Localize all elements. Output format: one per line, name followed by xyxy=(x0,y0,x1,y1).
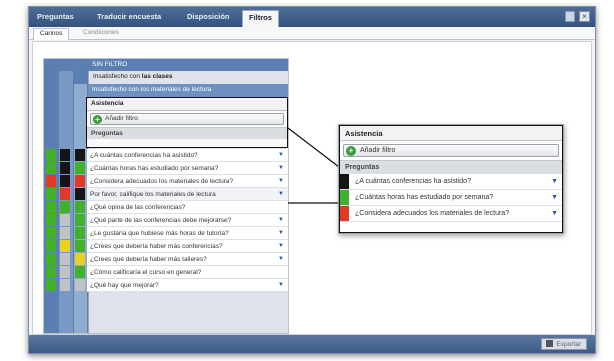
filter-state-swatch[interactable] xyxy=(46,149,56,161)
chevron-down-icon[interactable]: ▼ xyxy=(278,152,284,158)
filter-state-swatch[interactable] xyxy=(46,162,56,174)
filter-state-swatch[interactable] xyxy=(60,227,70,239)
question-row[interactable]: ¿Crees que debería haber más conferencia… xyxy=(87,240,288,253)
filter-state-swatch[interactable] xyxy=(46,240,56,252)
add-filter-label: Añadir filtro xyxy=(105,115,138,122)
callout-questions-header: Preguntas xyxy=(339,160,563,174)
question-row[interactable]: ¿Cómo calificaría el curso en general? xyxy=(87,266,288,279)
chevron-down-icon[interactable]: ▼ xyxy=(278,217,284,223)
question-row[interactable]: ¿Considera adecuados los materiales de l… xyxy=(87,175,288,188)
filter-state-swatch[interactable] xyxy=(75,227,85,239)
filter-state-swatch[interactable] xyxy=(75,266,85,278)
question-row[interactable]: ¿Le gustaría que hubiese más horas de tu… xyxy=(87,227,288,240)
filter-state-swatch[interactable] xyxy=(75,188,85,200)
group-header: Asistencia xyxy=(87,98,287,111)
menu-bar: Preguntas Traducir encuesta Disposición … xyxy=(29,7,595,27)
filter-state-swatch xyxy=(339,174,349,189)
filters-content: SIN FILTRO Insatisfecho con las clases I… xyxy=(32,41,592,335)
level1-bold: las clases xyxy=(141,73,173,80)
filter-group-asistencia: Asistencia + Añadir filtro Preguntas xyxy=(86,97,288,148)
filter-state-swatch[interactable] xyxy=(60,266,70,278)
save-disk-icon xyxy=(546,340,554,347)
question-row[interactable]: ¿Qué parte de las conferencias debe mejo… xyxy=(87,214,288,227)
question-row[interactable]: Por favor, califique los materiales de l… xyxy=(87,188,288,201)
filter-state-swatch[interactable] xyxy=(46,253,56,265)
filter-state-swatch[interactable] xyxy=(60,201,70,213)
filter-state-swatch[interactable] xyxy=(60,175,70,187)
filter-state-swatch[interactable] xyxy=(75,253,85,265)
level2-label: Insatisfecho con los materiales de lectu… xyxy=(92,86,212,93)
callout-header: Asistencia xyxy=(339,125,563,141)
callout-add-filter-button[interactable]: + Añadir filtro xyxy=(343,144,559,157)
chevron-down-icon[interactable]: ▼ xyxy=(551,210,558,217)
filter-state-swatch[interactable] xyxy=(46,188,56,200)
filter-state-swatch[interactable] xyxy=(60,240,70,252)
callout-question-row[interactable]: ¿Cuántas horas has estudiado por semana?… xyxy=(339,190,563,206)
chevron-down-icon[interactable]: ▼ xyxy=(278,256,284,262)
filter-state-swatch[interactable] xyxy=(46,175,56,187)
callout-question-row[interactable]: ¿Considera adecuados los materiales de l… xyxy=(339,206,563,222)
filter-level-2[interactable]: Insatisfecho con los materiales de lectu… xyxy=(88,84,288,97)
filter-state-swatch[interactable] xyxy=(60,149,70,161)
close-icon[interactable]: × xyxy=(579,11,590,22)
filter-state-swatch[interactable] xyxy=(60,253,70,265)
menu-item-disposicion[interactable]: Disposición xyxy=(187,12,230,21)
filter-state-swatch[interactable] xyxy=(60,162,70,174)
question-row[interactable]: ¿Crees que debería haber más talleres? ▼ xyxy=(87,253,288,266)
no-filter-label: SIN FILTRO xyxy=(92,61,128,68)
menu-item-preguntas[interactable]: Preguntas xyxy=(37,12,74,21)
add-filter-button[interactable]: + Añadir filtro xyxy=(90,113,284,125)
filter-state-swatch[interactable] xyxy=(75,201,85,213)
filter-state-swatch[interactable] xyxy=(46,201,56,213)
filter-state-swatch[interactable] xyxy=(75,214,85,226)
add-circle-icon: + xyxy=(346,146,356,156)
filter-state-swatch[interactable] xyxy=(60,188,70,200)
filter-state-swatch[interactable] xyxy=(46,279,56,291)
question-row[interactable]: ¿Qué opina de las conferencias? xyxy=(87,201,288,214)
chevron-down-icon[interactable]: ▼ xyxy=(278,165,284,171)
chevron-down-icon[interactable]: ▼ xyxy=(278,243,284,249)
filter-tree-panel: SIN FILTRO Insatisfecho con las clases I… xyxy=(43,58,289,334)
chevron-down-icon[interactable]: ▼ xyxy=(278,230,284,236)
questions-header: Preguntas xyxy=(87,127,287,139)
question-row[interactable]: ¿Cuántas horas has estudiado por semana?… xyxy=(87,162,288,175)
zoom-callout: Asistencia + Añadir filtro Preguntas ¿A … xyxy=(338,124,564,234)
filter-state-swatch[interactable] xyxy=(46,214,56,226)
filter-state-swatch[interactable] xyxy=(60,214,70,226)
filter-state-swatch[interactable] xyxy=(75,279,85,291)
filter-state-swatch xyxy=(339,206,349,221)
callout-question-row[interactable]: ¿A cuántas conferencias ha asistido? ▼ xyxy=(339,174,563,190)
filter-state-swatch[interactable] xyxy=(75,149,85,161)
filter-state-swatch[interactable] xyxy=(46,227,56,239)
level1-prefix: Insatisfecho con xyxy=(93,73,142,80)
editor-window: Preguntas Traducir encuesta Disposición … xyxy=(28,6,596,354)
question-row[interactable]: ¿A cuántas conferencias ha asistido? ▼ xyxy=(87,149,288,162)
menu-item-traducir-encuesta[interactable]: Traducir encuesta xyxy=(97,12,161,21)
menu-item-filtros[interactable]: Filtros xyxy=(242,10,279,27)
sub-tabs: Carinos Condiciones xyxy=(29,27,595,40)
filter-state-swatch[interactable] xyxy=(60,279,70,291)
filter-state-swatch xyxy=(339,190,349,205)
export-button[interactable]: Exportar xyxy=(541,338,587,350)
chevron-down-icon[interactable]: ▼ xyxy=(278,191,284,197)
add-circle-icon: + xyxy=(93,115,102,124)
filter-state-swatch[interactable] xyxy=(46,266,56,278)
tab-condiciones[interactable]: Condiciones xyxy=(77,28,125,40)
status-bar: Exportar xyxy=(29,335,595,353)
chevron-down-icon[interactable]: ▼ xyxy=(278,282,284,288)
callout-add-filter-label: Añadir filtro xyxy=(360,147,396,154)
question-row[interactable]: ¿Qué hay que mejorar? ▼ xyxy=(87,279,288,292)
export-label: Exportar xyxy=(556,341,581,348)
filter-state-swatch[interactable] xyxy=(75,175,85,187)
filter-state-swatch[interactable] xyxy=(75,162,85,174)
filter-state-swatch[interactable] xyxy=(75,240,85,252)
help-icon[interactable] xyxy=(565,11,575,22)
tab-carinos[interactable]: Carinos xyxy=(33,28,70,40)
question-list: ¿A cuántas conferencias ha asistido? ▼ ¿C… xyxy=(87,149,288,292)
chevron-down-icon[interactable]: ▼ xyxy=(278,178,284,184)
chevron-down-icon[interactable]: ▼ xyxy=(551,178,558,185)
chevron-down-icon[interactable]: ▼ xyxy=(551,194,558,201)
